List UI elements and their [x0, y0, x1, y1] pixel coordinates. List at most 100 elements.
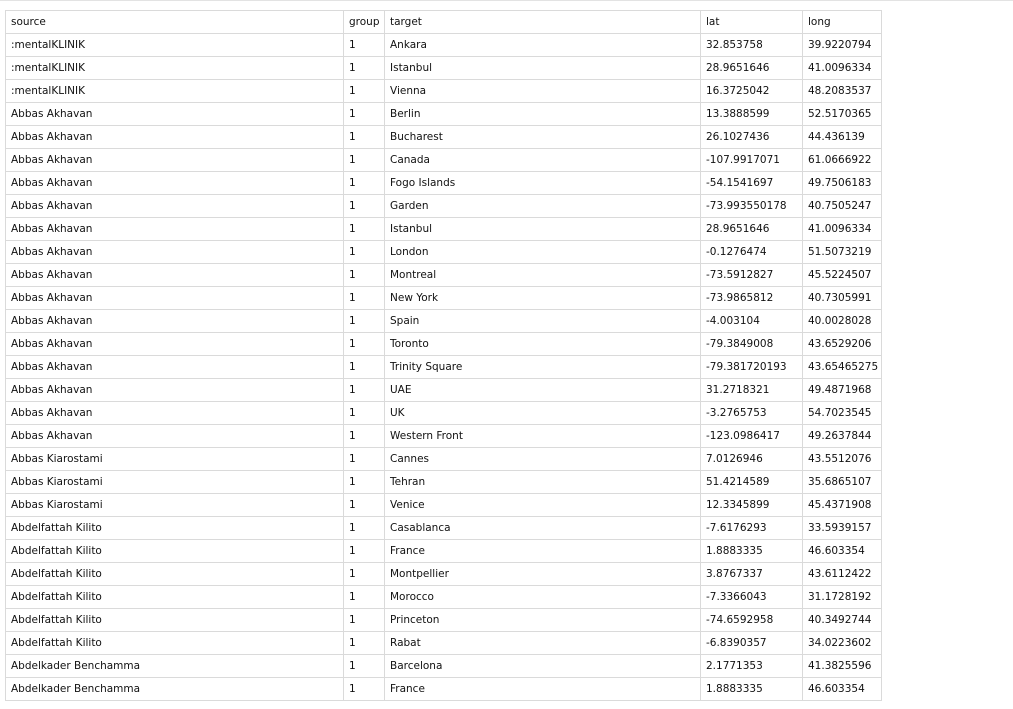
cell-group[interactable]: 1 — [343, 332, 385, 356]
cell-source[interactable]: Abbas Akhavan — [5, 332, 344, 356]
cell-target[interactable]: New York — [384, 286, 701, 310]
cell-target[interactable]: UAE — [384, 378, 701, 402]
cell-target[interactable]: Spain — [384, 309, 701, 333]
cell-source[interactable]: Abbas Akhavan — [5, 401, 344, 425]
cell-group[interactable]: 1 — [343, 401, 385, 425]
cell-lat[interactable]: 51.4214589 — [700, 470, 803, 494]
cell-long[interactable]: 51.5073219 — [802, 240, 882, 264]
cell-group[interactable]: 1 — [343, 171, 385, 195]
cell-source[interactable]: Abbas Akhavan — [5, 263, 344, 287]
cell-source[interactable]: Abbas Kiarostami — [5, 470, 344, 494]
cell-group[interactable]: 1 — [343, 562, 385, 586]
cell-long[interactable]: 44.436139 — [802, 125, 882, 149]
cell-target[interactable]: Ankara — [384, 33, 701, 57]
cell-long[interactable]: 41.0096334 — [802, 56, 882, 80]
cell-lat[interactable]: -73.5912827 — [700, 263, 803, 287]
cell-long[interactable]: 45.5224507 — [802, 263, 882, 287]
cell-source[interactable]: Abdelfattah Kilito — [5, 608, 344, 632]
cell-source[interactable]: Abbas Akhavan — [5, 194, 344, 218]
column-header-target[interactable]: target — [384, 10, 701, 34]
cell-source[interactable]: Abbas Akhavan — [5, 424, 344, 448]
cell-long[interactable]: 46.603354 — [802, 539, 882, 563]
cell-source[interactable]: :mentalKLINIK — [5, 79, 344, 103]
cell-group[interactable]: 1 — [343, 585, 385, 609]
cell-target[interactable]: Istanbul — [384, 217, 701, 241]
cell-lat[interactable]: 13.3888599 — [700, 102, 803, 126]
cell-source[interactable]: Abbas Akhavan — [5, 240, 344, 264]
cell-long[interactable]: 33.5939157 — [802, 516, 882, 540]
cell-target[interactable]: Fogo Islands — [384, 171, 701, 195]
cell-lat[interactable]: 16.3725042 — [700, 79, 803, 103]
cell-target[interactable]: London — [384, 240, 701, 264]
cell-group[interactable]: 1 — [343, 654, 385, 678]
cell-group[interactable]: 1 — [343, 148, 385, 172]
column-header-lat[interactable]: lat — [700, 10, 803, 34]
cell-source[interactable]: Abdelkader Benchamma — [5, 654, 344, 678]
cell-target[interactable]: Bucharest — [384, 125, 701, 149]
cell-source[interactable]: Abbas Akhavan — [5, 148, 344, 172]
cell-long[interactable]: 54.7023545 — [802, 401, 882, 425]
cell-lat[interactable]: 1.8883335 — [700, 539, 803, 563]
cell-long[interactable]: 39.9220794 — [802, 33, 882, 57]
cell-group[interactable]: 1 — [343, 217, 385, 241]
cell-source[interactable]: Abbas Akhavan — [5, 378, 344, 402]
cell-source[interactable]: :mentalKLINIK — [5, 56, 344, 80]
cell-target[interactable]: Western Front — [384, 424, 701, 448]
cell-target[interactable]: Istanbul — [384, 56, 701, 80]
cell-lat[interactable]: -0.1276474 — [700, 240, 803, 264]
cell-lat[interactable]: 32.853758 — [700, 33, 803, 57]
cell-target[interactable]: Casablanca — [384, 516, 701, 540]
cell-long[interactable]: 61.0666922 — [802, 148, 882, 172]
cell-long[interactable]: 40.7505247 — [802, 194, 882, 218]
cell-long[interactable]: 46.603354 — [802, 677, 882, 701]
cell-group[interactable]: 1 — [343, 33, 385, 57]
cell-lat[interactable]: -107.9917071 — [700, 148, 803, 172]
cell-target[interactable]: Berlin — [384, 102, 701, 126]
cell-long[interactable]: 41.0096334 — [802, 217, 882, 241]
cell-target[interactable]: Canada — [384, 148, 701, 172]
cell-target[interactable]: Venice — [384, 493, 701, 517]
cell-source[interactable]: :mentalKLINIK — [5, 33, 344, 57]
cell-target[interactable]: Tehran — [384, 470, 701, 494]
cell-lat[interactable]: 7.0126946 — [700, 447, 803, 471]
cell-source[interactable]: Abdelfattah Kilito — [5, 585, 344, 609]
cell-lat[interactable]: -74.6592958 — [700, 608, 803, 632]
cell-target[interactable]: France — [384, 539, 701, 563]
cell-source[interactable]: Abbas Akhavan — [5, 125, 344, 149]
cell-source[interactable]: Abbas Akhavan — [5, 171, 344, 195]
cell-group[interactable]: 1 — [343, 516, 385, 540]
cell-lat[interactable]: -7.3366043 — [700, 585, 803, 609]
cell-group[interactable]: 1 — [343, 194, 385, 218]
cell-source[interactable]: Abbas Akhavan — [5, 286, 344, 310]
cell-source[interactable]: Abbas Kiarostami — [5, 447, 344, 471]
cell-group[interactable]: 1 — [343, 125, 385, 149]
cell-lat[interactable]: 26.1027436 — [700, 125, 803, 149]
cell-group[interactable]: 1 — [343, 240, 385, 264]
cell-lat[interactable]: 1.8883335 — [700, 677, 803, 701]
cell-long[interactable]: 40.0028028 — [802, 309, 882, 333]
cell-target[interactable]: Cannes — [384, 447, 701, 471]
cell-long[interactable]: 40.7305991 — [802, 286, 882, 310]
cell-lat[interactable]: -7.6176293 — [700, 516, 803, 540]
cell-long[interactable]: 49.2637844 — [802, 424, 882, 448]
cell-target[interactable]: Garden — [384, 194, 701, 218]
cell-target[interactable]: France — [384, 677, 701, 701]
cell-long[interactable]: 43.65465275 — [802, 355, 882, 379]
cell-target[interactable]: Rabat — [384, 631, 701, 655]
cell-lat[interactable]: 28.9651646 — [700, 217, 803, 241]
cell-group[interactable]: 1 — [343, 355, 385, 379]
cell-long[interactable]: 43.5512076 — [802, 447, 882, 471]
cell-source[interactable]: Abdelfattah Kilito — [5, 516, 344, 540]
cell-target[interactable]: Princeton — [384, 608, 701, 632]
cell-lat[interactable]: 3.8767337 — [700, 562, 803, 586]
cell-group[interactable]: 1 — [343, 56, 385, 80]
cell-long[interactable]: 40.3492744 — [802, 608, 882, 632]
column-header-group[interactable]: group — [343, 10, 385, 34]
cell-long[interactable]: 41.3825596 — [802, 654, 882, 678]
cell-target[interactable]: Vienna — [384, 79, 701, 103]
cell-lat[interactable]: -6.8390357 — [700, 631, 803, 655]
cell-group[interactable]: 1 — [343, 378, 385, 402]
cell-source[interactable]: Abdelfattah Kilito — [5, 562, 344, 586]
cell-long[interactable]: 43.6529206 — [802, 332, 882, 356]
cell-group[interactable]: 1 — [343, 286, 385, 310]
